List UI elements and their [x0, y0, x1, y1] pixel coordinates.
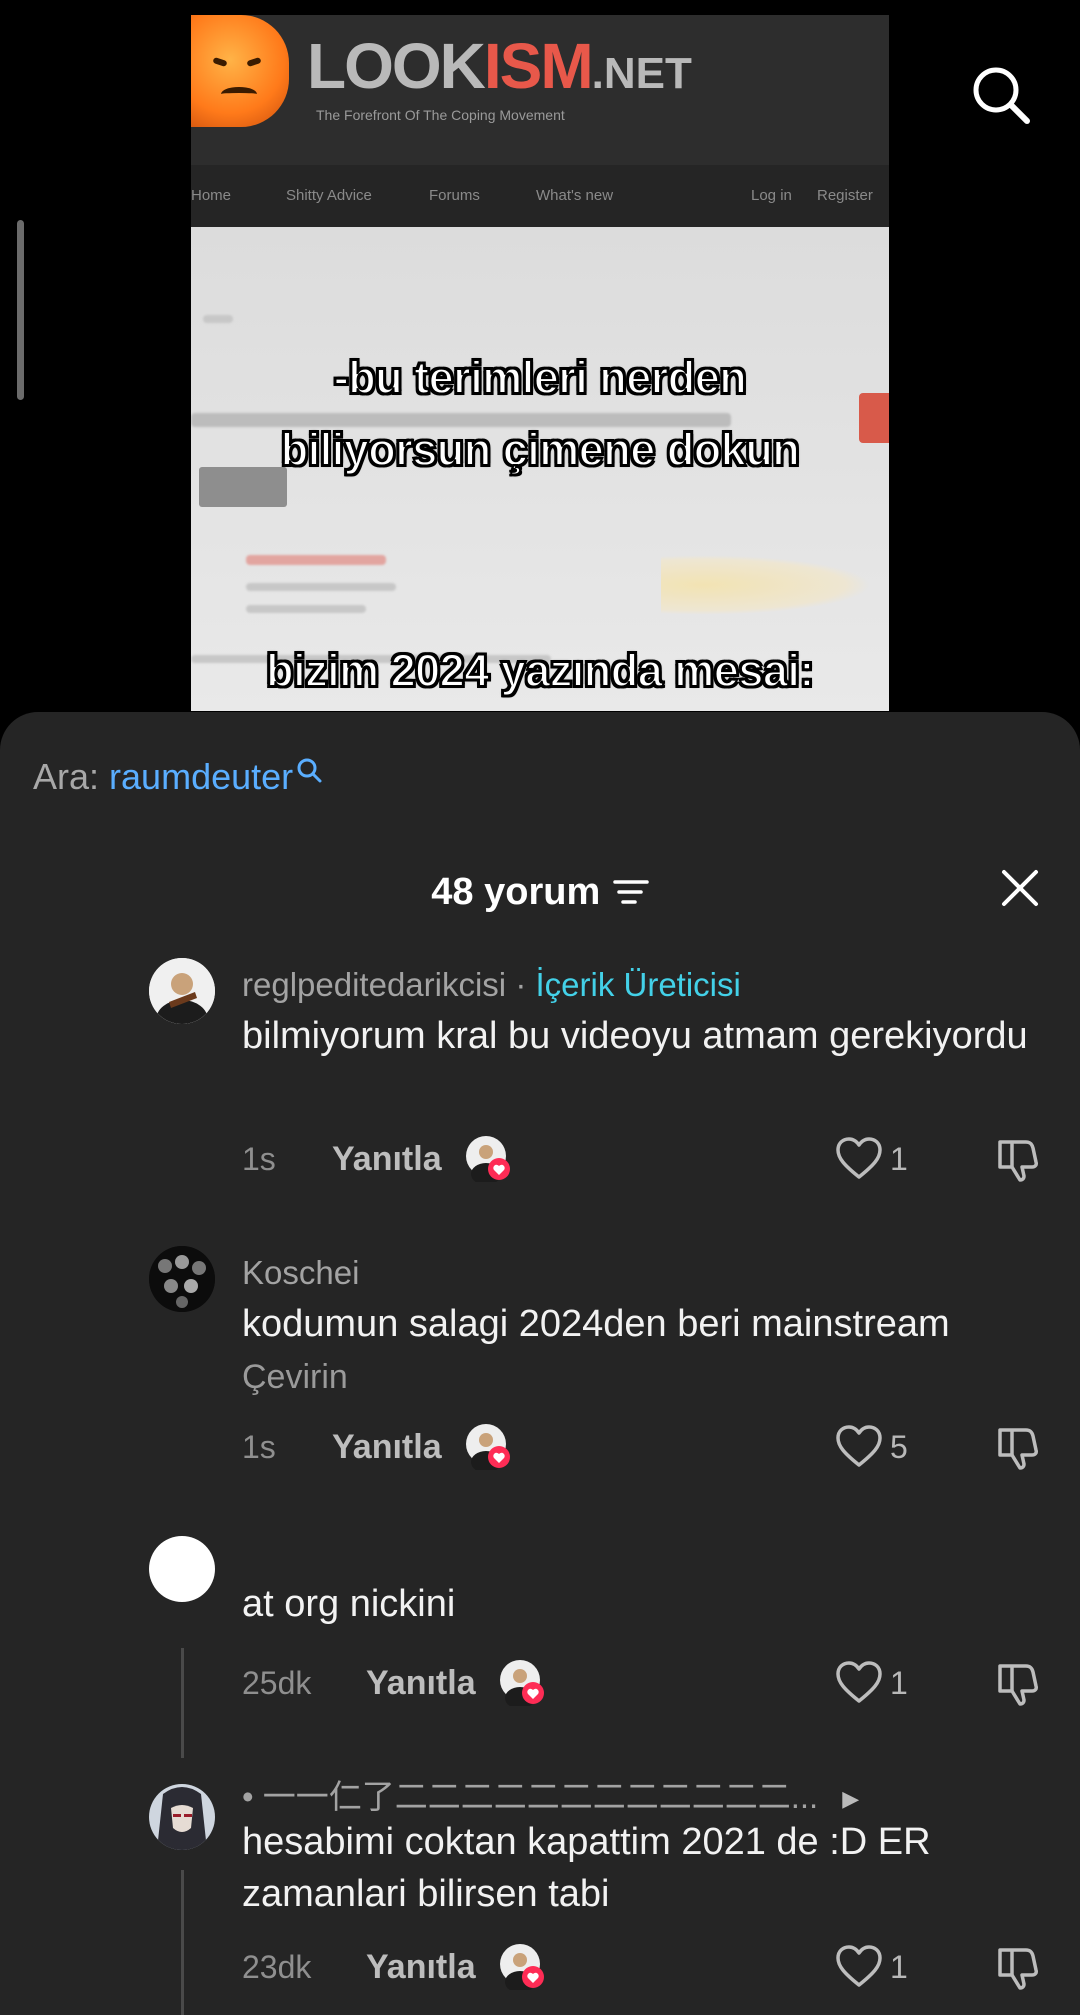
comment-footer: 23dk Yanıtla 1	[0, 1942, 1080, 1992]
comment-footer: 1s Yanıtla 1	[0, 1134, 1080, 1184]
heart-icon[interactable]	[834, 1942, 884, 1992]
like-count: 1	[890, 1949, 908, 1985]
reply-button[interactable]: Yanıtla	[366, 1658, 476, 1708]
like-count: 5	[890, 1429, 908, 1465]
site-nav: Home Shitty Advice Forums What's new Log…	[191, 165, 889, 227]
comments-header: 48 yorum	[0, 862, 1080, 922]
filter-icon[interactable]	[612, 877, 649, 907]
avatar[interactable]	[149, 1536, 215, 1602]
video-caption-line-2: biliyorsun çimene dokun	[280, 423, 801, 476]
site-header: LOOKISM.NET The Forefront Of The Coping …	[191, 15, 889, 165]
avatar-image	[149, 1784, 215, 1850]
heart-icon[interactable]	[834, 1134, 884, 1184]
avatar-image	[149, 1246, 215, 1312]
caret-right-icon[interactable]: ▶	[842, 1786, 859, 1812]
avatar[interactable]	[149, 1246, 215, 1312]
creator-liked-icon	[466, 1136, 510, 1182]
creator-badge: İçerik Üreticisi	[535, 966, 741, 1003]
translate-link[interactable]: Çevirin	[242, 1358, 348, 1396]
comment-time: 1s	[242, 1141, 276, 1177]
scroll-indicator	[17, 220, 24, 400]
creator-liked-icon	[466, 1424, 510, 1470]
angry-face-logo-icon	[191, 15, 289, 127]
comment-text: bilmiyorum kral bu videoyu atmam gerekiy…	[242, 1015, 1028, 1057]
comment-text-content: kodumun salagi 2024den beri mainstream	[242, 1303, 950, 1345]
avatar[interactable]	[149, 958, 215, 1024]
site-tagline: The Forefront Of The Coping Movement	[316, 107, 565, 123]
site-logo: LOOKISM.NET	[307, 30, 692, 102]
nav-home: Home	[191, 187, 232, 204]
search-suggestion-label: Ara:	[33, 756, 100, 797]
comment-username[interactable]: Koschei	[242, 1254, 359, 1291]
dislike-icon[interactable]	[994, 1942, 1044, 1992]
dislike-icon[interactable]	[994, 1658, 1044, 1708]
comment-footer: 1s Yanıtla 5	[0, 1422, 1080, 1472]
comment-username[interactable]: • 一一仁了二二二二二二二二二二二二...	[242, 1778, 818, 1815]
comment-footer: 25dk Yanıtla 1	[0, 1658, 1080, 1708]
comment-count: 48 yorum	[431, 871, 601, 913]
reply-button[interactable]: Yanıtla	[332, 1134, 442, 1184]
comments-sheet: Ara: raumdeuter 48 yorum reglpeditedarik…	[0, 712, 1080, 2015]
like-count: 1	[890, 1141, 908, 1177]
creator-liked-icon	[500, 1944, 544, 1990]
avatar-image	[149, 958, 215, 1024]
comment-time: 1s	[242, 1429, 276, 1465]
nav-forums: Forums	[429, 187, 480, 204]
blurred-avatar	[661, 555, 871, 615]
search-suggestion-query[interactable]: raumdeuter	[109, 756, 293, 797]
video-caption-line-1: -bu terimleri nerden	[333, 351, 748, 404]
close-icon	[1002, 870, 1038, 906]
comment-time: 25dk	[242, 1665, 312, 1701]
nav-register: Register	[817, 187, 873, 204]
search-icon	[973, 67, 1030, 124]
heart-icon[interactable]	[834, 1422, 884, 1472]
video-player[interactable]: LOOKISM.NET The Forefront Of The Coping …	[191, 15, 889, 711]
search-suggestion[interactable]: Ara: raumdeuter	[33, 756, 323, 798]
meta-separator: ·	[515, 966, 527, 1003]
reply-button[interactable]: Yanıtla	[332, 1422, 442, 1472]
nav-shitty-advice: Shitty Advice	[286, 187, 372, 204]
comment-meta: reglpeditedarikcisi · İçerik Üreticisi	[242, 966, 741, 1004]
comment-username[interactable]: reglpeditedarikcisi	[242, 966, 506, 1003]
nav-log-in: Log in	[751, 187, 792, 204]
comment-time: 23dk	[242, 1949, 312, 1985]
search-button[interactable]	[970, 64, 1032, 126]
dislike-icon[interactable]	[994, 1422, 1044, 1472]
search-icon	[297, 758, 322, 783]
creator-liked-icon	[500, 1660, 544, 1706]
nav-whats-new: What's new	[536, 187, 614, 204]
comment-meta: • 一一仁了二二二二二二二二二二二二... ▶	[242, 1770, 859, 1818]
comment-text: at org nickini	[242, 1583, 456, 1625]
like-count: 1	[890, 1665, 908, 1701]
close-button[interactable]	[996, 864, 1044, 912]
comment-meta: Koschei	[242, 1254, 359, 1292]
heart-icon[interactable]	[834, 1658, 884, 1708]
dislike-icon[interactable]	[994, 1134, 1044, 1184]
reply-button[interactable]: Yanıtla	[366, 1942, 476, 1992]
video-caption-line-3: bizim 2024 yazında mesai:	[265, 644, 815, 697]
comment-text: kodumun salagi 2024den beri mainstream Ç…	[242, 1298, 1042, 1403]
avatar[interactable]	[149, 1784, 215, 1850]
comment-text: hesabimi coktan kapattim 2021 de :D ER z…	[242, 1821, 931, 1915]
